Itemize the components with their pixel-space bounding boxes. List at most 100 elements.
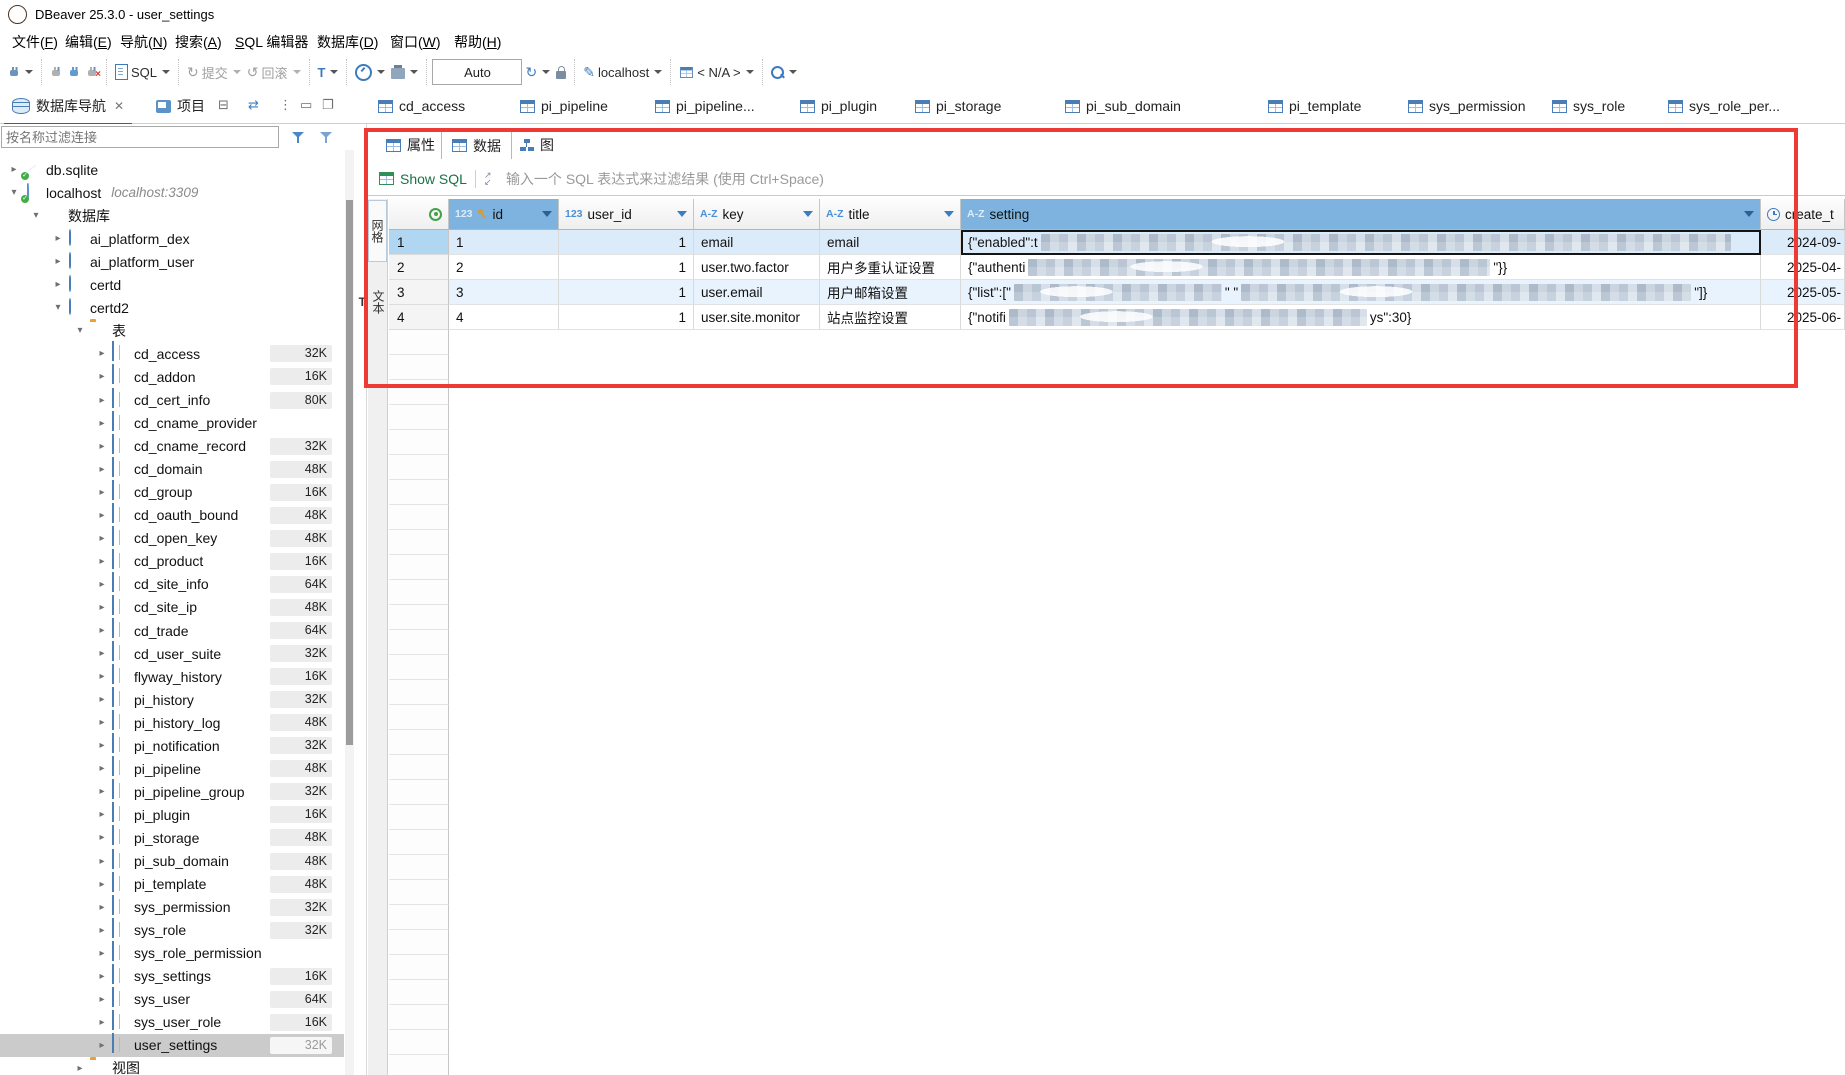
chevron-collapsed-icon[interactable]: ▸ (96, 948, 108, 959)
chevron-collapsed-icon[interactable]: ▸ (96, 556, 108, 567)
filter-dropdown-icon[interactable] (944, 211, 954, 217)
tree-item-cd_product[interactable]: ▸cd_product16K (0, 550, 344, 573)
tree-item-db.sqlite[interactable]: ▸✓db.sqlite (0, 158, 344, 181)
chevron-down-icon[interactable] (746, 70, 754, 74)
column-header-id[interactable]: 123id (449, 199, 559, 230)
tree-item-sys_role_permission[interactable]: ▸sys_role_permission (0, 942, 344, 965)
cell-title[interactable]: 用户多重认证设置 (820, 255, 961, 280)
commit-mode-select[interactable]: Auto (432, 59, 522, 85)
editor-tab-pi_sub_domain[interactable]: pi_sub_domain (1065, 89, 1181, 123)
close-icon[interactable]: ✕ (114, 99, 124, 113)
tab-database-navigator[interactable]: 数据库导航 ✕ (4, 89, 132, 126)
row-number-cell[interactable]: 3 (389, 280, 449, 305)
filter-dropdown-icon[interactable] (677, 211, 687, 217)
menu-item-6[interactable]: 数据库(D) (315, 32, 380, 52)
cell-setting[interactable]: {"notifiys":30} (961, 305, 1761, 330)
tree-item-user_settings[interactable]: ▸user_settings32K (0, 1034, 344, 1057)
cell-key[interactable]: user.site.monitor (694, 305, 820, 330)
editor-tab-cd_access[interactable]: cd_access (378, 89, 465, 123)
filter-dropdown-icon[interactable] (803, 211, 813, 217)
cell-user-id[interactable]: 1 (559, 305, 694, 330)
sql-editor-button[interactable]: SQL (112, 62, 173, 82)
chevron-collapsed-icon[interactable]: ▸ (96, 533, 108, 544)
chevron-collapsed-icon[interactable]: ▸ (96, 579, 108, 590)
tree-item-cd_cert_info[interactable]: ▸cd_cert_info80K (0, 389, 344, 412)
connect-button[interactable] (47, 64, 65, 80)
row-selector-icon[interactable] (429, 208, 442, 221)
chevron-expanded-icon[interactable]: ▾ (52, 302, 64, 313)
chevron-down-icon[interactable] (542, 70, 550, 74)
dashboard-button[interactable] (352, 62, 388, 83)
tree-item-视图[interactable]: ▸视图 (0, 1057, 344, 1075)
chevron-down-icon[interactable] (410, 70, 418, 74)
tree-item-localhost[interactable]: ▾✓localhostlocalhost:3309 (0, 181, 344, 204)
connection-filter-input[interactable] (1, 126, 279, 148)
transaction-mode-button[interactable]: T (315, 63, 342, 82)
link-editor-icon[interactable]: ⇄ (248, 97, 259, 113)
chevron-collapsed-icon[interactable]: ▸ (96, 348, 108, 359)
tree-item-sys_user_role[interactable]: ▸sys_user_role16K (0, 1011, 344, 1034)
menu-item-2[interactable]: 编辑(E) (63, 32, 114, 52)
chevron-collapsed-icon[interactable]: ▸ (96, 717, 108, 728)
tree-item-cd_addon[interactable]: ▸cd_addon16K (0, 365, 344, 388)
column-header-user_id[interactable]: 123user_id (559, 199, 694, 230)
cell-create-time[interactable]: 2025-04- (1761, 255, 1845, 280)
tree-item-pi_history[interactable]: ▸pi_history32K (0, 688, 344, 711)
row-number-cell[interactable]: 4 (389, 305, 449, 330)
chevron-collapsed-icon[interactable]: ▸ (8, 164, 20, 175)
tree-item-sys_role[interactable]: ▸sys_role32K (0, 919, 344, 942)
chevron-collapsed-icon[interactable]: ▸ (96, 418, 108, 429)
cell-title[interactable]: 站点监控设置 (820, 305, 961, 330)
cell-create-time[interactable]: 2025-05- (1761, 280, 1845, 305)
column-header-title[interactable]: A-Ztitle (820, 199, 961, 230)
chevron-collapsed-icon[interactable]: ▸ (52, 256, 64, 267)
tree-item-flyway_history[interactable]: ▸flyway_history16K (0, 665, 344, 688)
cell-id[interactable]: 3 (449, 280, 559, 305)
cell-setting[interactable]: {"enabled":t (961, 230, 1761, 255)
output-button[interactable] (388, 63, 421, 81)
chevron-collapsed-icon[interactable]: ▸ (96, 832, 108, 843)
minimize-panel-icon[interactable]: ▭ (300, 97, 312, 113)
tree-item-sys_settings[interactable]: ▸sys_settings16K (0, 965, 344, 988)
chevron-expanded-icon[interactable]: ▾ (30, 210, 42, 221)
chevron-collapsed-icon[interactable]: ▸ (96, 763, 108, 774)
grid-corner-header[interactable] (389, 199, 449, 230)
lock-button[interactable] (553, 64, 569, 81)
editor-tab-sys_role[interactable]: sys_role (1552, 89, 1625, 123)
chevron-collapsed-icon[interactable]: ▸ (96, 625, 108, 636)
cell-key[interactable]: user.two.factor (694, 255, 820, 280)
edit-connection-button[interactable] (65, 64, 83, 80)
row-number-cell[interactable]: 2 (389, 255, 449, 280)
menu-item-3[interactable]: 导航(N) (118, 32, 169, 52)
chevron-collapsed-icon[interactable]: ▸ (96, 441, 108, 452)
cell-create-time[interactable]: 2025-06- (1761, 305, 1845, 330)
row-number-cell[interactable]: 1 (389, 230, 449, 255)
chevron-collapsed-icon[interactable]: ▸ (96, 994, 108, 1005)
scrollbar-thumb[interactable] (346, 200, 353, 745)
tree-item-sys_user[interactable]: ▸sys_user64K (0, 988, 344, 1011)
menu-item-5[interactable]: SQL 编辑器 (233, 32, 310, 52)
chevron-collapsed-icon[interactable]: ▸ (96, 464, 108, 475)
editor-tab-pi_pipeline[interactable]: pi_pipeline... (655, 89, 755, 123)
tree-item-数据库[interactable]: ▾数据库 (0, 204, 344, 227)
tree-item-ai_platform_dex[interactable]: ▸ai_platform_dex (0, 227, 344, 250)
chevron-collapsed-icon[interactable]: ▸ (96, 879, 108, 890)
menu-item-7[interactable]: 窗口(W) (388, 32, 443, 52)
cell-user-id[interactable]: 1 (559, 230, 694, 255)
tab-data[interactable]: 数据 (441, 131, 512, 159)
tree-item-pi_storage[interactable]: ▸pi_storage48K (0, 826, 344, 849)
chevron-down-icon[interactable] (789, 70, 797, 74)
editor-tab-pi_template[interactable]: pi_template (1268, 89, 1361, 123)
tree-item-cd_cname_record[interactable]: ▸cd_cname_record32K (0, 435, 344, 458)
chevron-collapsed-icon[interactable]: ▸ (96, 740, 108, 751)
chevron-down-icon[interactable] (162, 70, 170, 74)
editor-tab-sys_role_per[interactable]: sys_role_per... (1668, 89, 1780, 123)
chevron-collapsed-icon[interactable]: ▸ (96, 902, 108, 913)
chevron-down-icon[interactable] (330, 70, 338, 74)
rollback-button[interactable]: ↺回滚 (244, 61, 304, 84)
cell-key[interactable]: email (694, 230, 820, 255)
tree-item-cd_user_suite[interactable]: ▸cd_user_suite32K (0, 642, 344, 665)
chevron-collapsed-icon[interactable]: ▸ (52, 233, 64, 244)
menu-item-8[interactable]: 帮助(H) (452, 32, 503, 52)
tab-diagram[interactable]: 图 (510, 131, 564, 159)
